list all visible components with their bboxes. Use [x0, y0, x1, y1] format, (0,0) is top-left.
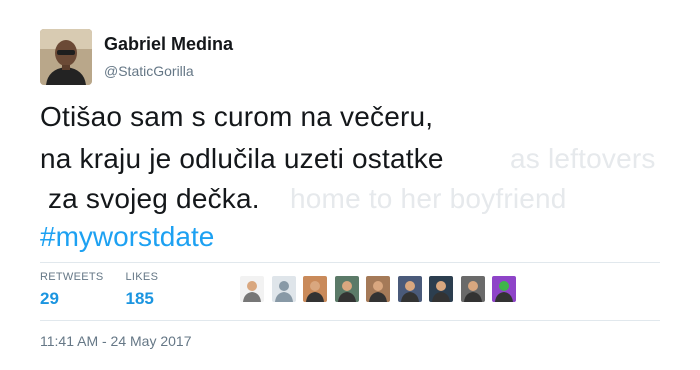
tweet-line-2: as leftovers na kraju je odlučila uzeti …	[40, 142, 660, 176]
tweet-line-3-text: za svojeg dečka.	[40, 183, 260, 214]
tweet-text: Otišao sam s curom na večeru, as leftove…	[40, 100, 660, 254]
tweet-timestamp[interactable]: 11:41 AM - 24 May 2017	[40, 331, 192, 351]
likes-stat[interactable]: LIKES 185	[126, 270, 159, 310]
tweet-line-3: home to her boyfriend za svojeg dečka.	[40, 182, 660, 216]
ghost-text-line-3: home to her boyfriend	[290, 183, 567, 214]
liker-avatar-7[interactable]	[429, 276, 453, 302]
retweets-stat[interactable]: RETWEETS 29	[40, 270, 104, 310]
likes-count: 185	[125, 289, 154, 308]
liker-avatar-1[interactable]	[240, 276, 264, 302]
divider	[40, 320, 660, 321]
ghost-text-line-2: as leftovers	[510, 143, 656, 174]
liker-avatar-8[interactable]	[460, 276, 485, 302]
user-handle[interactable]: @StaticGorilla	[104, 61, 233, 81]
tweet-line-2-text: na kraju je odlučila uzeti ostatke	[40, 143, 444, 174]
display-name[interactable]: Gabriel Medina	[104, 33, 233, 55]
tweet-card: Gabriel Medina @StaticGorilla Otišao sam…	[0, 0, 700, 370]
hashtag-link[interactable]: #myworstdate	[40, 220, 660, 254]
liker-avatar-9[interactable]	[492, 276, 516, 302]
liker-avatar-4[interactable]	[334, 276, 359, 302]
retweets-count: 29	[40, 289, 59, 308]
liker-avatar-3[interactable]	[303, 276, 327, 302]
liker-avatars	[240, 276, 524, 302]
tweet-stats: RETWEETS 29 LIKES 185	[40, 270, 180, 314]
avatar[interactable]	[40, 29, 92, 85]
tweet-line-1: Otišao sam s curom na večeru,	[40, 101, 434, 132]
divider	[40, 262, 660, 263]
likes-label: LIKES	[125, 271, 159, 283]
tweet-header: Gabriel Medina @StaticGorilla	[40, 28, 233, 86]
liker-avatar-5[interactable]	[366, 276, 390, 302]
user-names: Gabriel Medina @StaticGorilla	[104, 33, 233, 81]
liker-avatar-2[interactable]	[271, 276, 296, 302]
retweets-label: RETWEETS	[40, 271, 104, 283]
liker-avatar-6[interactable]	[397, 276, 422, 302]
